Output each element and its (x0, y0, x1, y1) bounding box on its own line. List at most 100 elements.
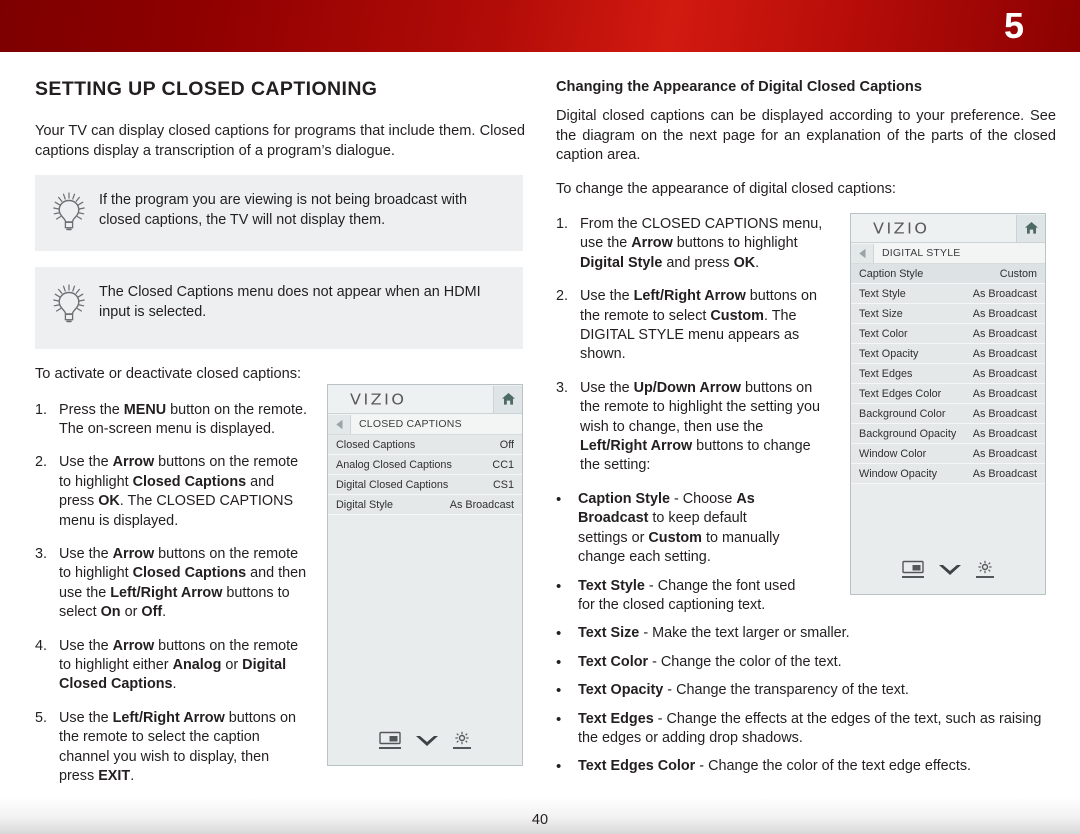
left-steps-list: 1. Press the MENU button on the remote. … (35, 401, 307, 787)
osd-digital-style-menu[interactable]: VIZIO DIGITAL STYLE Caption Style Custom… (850, 213, 1046, 595)
osd-menu-row[interactable]: Window Opacity As Broadcast (851, 464, 1045, 484)
osd-menu-row[interactable]: Analog Closed Captions CC1 (328, 455, 522, 475)
osd-row-value: As Broadcast (972, 347, 1037, 360)
osd-closed-captions-menu[interactable]: VIZIO CLOSED CAPTIONS Closed Captions Of… (327, 384, 523, 766)
osd-menu-row[interactable]: Closed Captions Off (328, 435, 522, 455)
right-lead-in: To change the appearance of digital clos… (556, 180, 896, 197)
right-subheading: Changing the Appearance of Digital Close… (556, 79, 922, 95)
home-icon[interactable] (1016, 214, 1045, 242)
step-number: 2. (35, 454, 48, 471)
tip-box-1: If the program you are viewing is not be… (35, 175, 523, 251)
osd-menu-row[interactable]: Text Edges As Broadcast (851, 364, 1045, 384)
tip-box-2: The Closed Captions menu does not appear… (35, 267, 523, 349)
osd-menu-row[interactable]: Text Edges Color As Broadcast (851, 384, 1045, 404)
osd-row-value: Custom (999, 267, 1037, 280)
list-item: 2. Use the Arrow buttons on the remote t… (35, 453, 307, 531)
step-number: 1. (35, 401, 48, 418)
settings-gear-icon[interactable] (453, 731, 471, 749)
osd-menu-row[interactable]: Text Opacity As Broadcast (851, 344, 1045, 364)
osd-row-label: Digital Style (336, 498, 394, 511)
picture-mode-icon[interactable] (902, 560, 924, 578)
step-text: Use the Arrow buttons on the remote to h… (59, 637, 299, 693)
osd-row-label: Text Style (859, 287, 906, 300)
list-item: 4. Use the Arrow buttons on the remote t… (35, 637, 307, 695)
osd-row-value: As Broadcast (972, 427, 1037, 440)
osd-menu-row[interactable]: Window Color As Broadcast (851, 444, 1045, 464)
osd-row-label: Analog Closed Captions (336, 458, 452, 471)
osd-menu-row[interactable]: Caption Style Custom (851, 264, 1045, 284)
tip-text: If the program you are viewing is not be… (99, 192, 467, 228)
osd-row-value: As Broadcast (972, 367, 1037, 380)
list-item: • Text Color - Change the color of the t… (556, 653, 1056, 672)
breadcrumb: DIGITAL STYLE (851, 243, 1045, 264)
osd-row-label: Text Opacity (859, 347, 919, 360)
osd-menu-row[interactable]: Digital Style As Broadcast (328, 495, 522, 515)
breadcrumb-label: DIGITAL STYLE (882, 247, 961, 259)
step-number: 3. (35, 545, 48, 562)
step-text: Use the Arrow buttons on the remote to h… (59, 454, 299, 529)
osd-menu-row[interactable]: Digital Closed Captions CS1 (328, 475, 522, 495)
bullet-text: Text Size - Make the text larger or smal… (578, 625, 850, 642)
list-item: 3. Use the Up/Down Arrow buttons on the … (556, 379, 828, 476)
step-text: From the CLOSED CAPTIONS menu, use the A… (580, 216, 823, 271)
settings-gear-icon[interactable] (976, 560, 994, 578)
bullet-marker: • (556, 758, 562, 776)
osd-menu-row[interactable]: Background Opacity As Broadcast (851, 424, 1045, 444)
bullet-marker: • (556, 577, 562, 595)
step-text: Use the Arrow buttons on the remote to h… (59, 545, 307, 621)
osd-row-value: CS1 (492, 478, 514, 491)
osd-titlebar: VIZIO (851, 214, 1045, 243)
home-icon[interactable] (493, 385, 522, 413)
step-number: 3. (556, 379, 569, 396)
osd-row-value: CC1 (492, 458, 514, 471)
osd-row-value: As Broadcast (972, 387, 1037, 400)
bullet-text: Text Color - Change the color of the tex… (578, 653, 842, 670)
step-number: 1. (556, 216, 569, 232)
bullet-text: Text Opacity - Change the transparency o… (578, 682, 909, 699)
osd-menu-row[interactable]: Text Color As Broadcast (851, 324, 1045, 344)
step-number: 5. (35, 709, 48, 726)
osd-row-value: Off (499, 438, 514, 451)
lightbulb-icon (49, 283, 89, 327)
osd-row-label: Text Edges (859, 367, 913, 380)
osd-row-value: As Broadcast (972, 327, 1037, 340)
back-arrow-icon[interactable] (328, 414, 351, 434)
list-item: 2. Use the Left/Right Arrow buttons on t… (556, 287, 828, 365)
back-arrow-icon[interactable] (851, 243, 874, 263)
osd-titlebar: VIZIO (328, 385, 522, 414)
bullet-text: Text Edges Color - Change the color of t… (578, 758, 972, 775)
osd-row-value: As Broadcast (972, 447, 1037, 460)
osd-row-value: As Broadcast (972, 467, 1037, 480)
list-item: 1. From the CLOSED CAPTIONS menu, use th… (556, 215, 828, 273)
osd-menu-row[interactable]: Background Color As Broadcast (851, 404, 1045, 424)
right-intro-paragraph: Digital closed captions can be displayed… (556, 108, 1056, 163)
chevron-down-icon[interactable] (415, 734, 439, 749)
osd-row-label: Window Opacity (859, 467, 938, 480)
bullet-text: Text Style - Change the font used for th… (578, 577, 796, 613)
bullet-marker: • (556, 490, 562, 508)
step-text: Press the MENU button on the remote. The… (59, 401, 307, 437)
osd-row-label: Background Color (859, 407, 946, 420)
step-number: 2. (556, 288, 569, 305)
picture-mode-icon[interactable] (379, 731, 401, 749)
right-steps-list: 1. From the CLOSED CAPTIONS menu, use th… (556, 215, 828, 476)
chevron-down-icon[interactable] (938, 563, 962, 578)
osd-menu-row[interactable]: Text Style As Broadcast (851, 284, 1045, 304)
osd-footer-icons (328, 731, 522, 749)
list-item: 5. Use the Left/Right Arrow buttons on t… (35, 709, 307, 787)
step-text: Use the Left/Right Arrow buttons on the … (59, 709, 296, 784)
list-item: • Text Style - Change the font used for … (556, 577, 800, 616)
osd-row-label: Text Edges Color (859, 387, 942, 400)
osd-row-label: Background Opacity (859, 427, 957, 440)
osd-row-label: Caption Style (859, 267, 924, 280)
lightbulb-icon (49, 191, 89, 235)
bullet-marker: • (556, 682, 562, 700)
osd-menu-row[interactable]: Text Size As Broadcast (851, 304, 1045, 324)
tip-text: The Closed Captions menu does not appear… (99, 284, 481, 320)
vizio-logo: VIZIO (350, 390, 407, 408)
list-item: • Text Edges Color - Change the color of… (556, 757, 1056, 776)
intro-paragraph: Your TV can display closed captions for … (35, 123, 525, 159)
osd-row-value: As Broadcast (972, 407, 1037, 420)
page-number: 40 (531, 812, 549, 828)
osd-row-label: Text Color (859, 327, 908, 340)
